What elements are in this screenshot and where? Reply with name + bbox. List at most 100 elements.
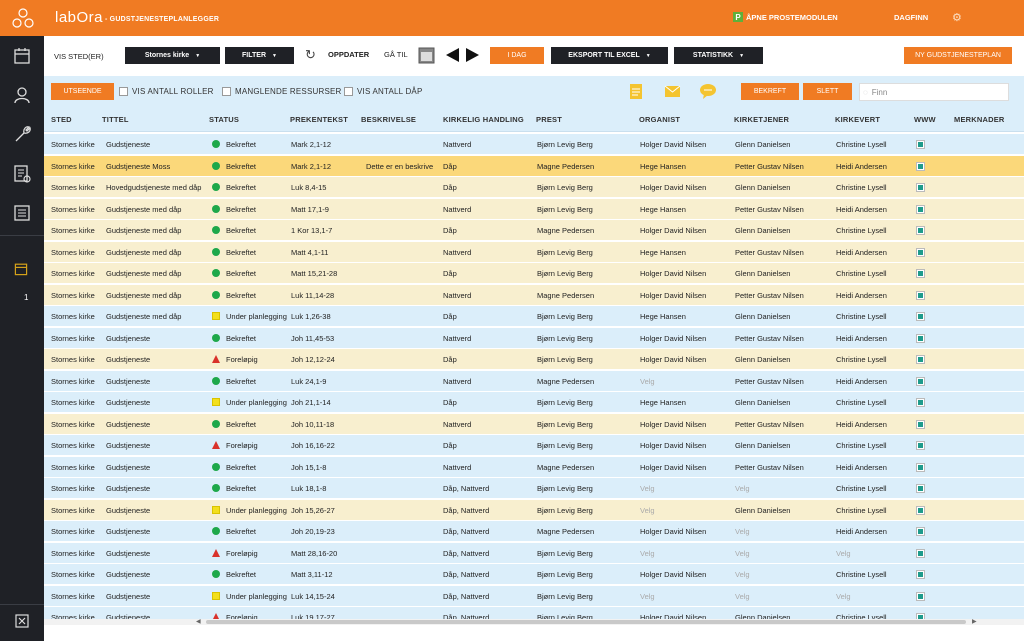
www-checkbox[interactable] <box>916 161 925 171</box>
cell-status[interactable]: Bekreftet <box>226 205 288 214</box>
cell-sted[interactable]: Stornes kirke <box>51 570 103 579</box>
cell-tittel[interactable]: Gudstjeneste <box>106 420 202 429</box>
cell-kv[interactable]: Heidi Andersen <box>836 377 912 386</box>
excel-icon[interactable] <box>15 614 29 628</box>
table-row[interactable]: Stornes kirke Gudstjeneste Under planleggi… <box>44 585 1024 607</box>
cell-org[interactable]: Hege Hansen <box>640 248 732 257</box>
vis-antall-dap-checkbox[interactable]: VIS ANTALL DÅP <box>344 87 423 96</box>
cell-prek[interactable]: Mark 2,1-12 <box>291 140 361 149</box>
cell-status[interactable]: Bekreftet <box>226 334 288 343</box>
cell-hand[interactable]: Dåp <box>443 312 533 321</box>
www-checkbox[interactable] <box>916 290 925 300</box>
cell-org[interactable]: Velg <box>640 592 732 601</box>
previous-arrow-icon[interactable] <box>446 48 460 62</box>
cell-prest[interactable]: Bjørn Levig Berg <box>537 205 637 214</box>
www-checkbox[interactable] <box>916 505 925 515</box>
www-checkbox[interactable] <box>916 527 925 536</box>
cell-prest[interactable]: Bjørn Levig Berg <box>537 398 637 407</box>
cell-sted[interactable]: Stornes kirke <box>51 291 103 300</box>
cell-prest[interactable]: Bjørn Levig Berg <box>537 592 637 601</box>
cell-tittel[interactable]: Gudstjeneste med dåp <box>106 205 202 214</box>
www-checkbox[interactable] <box>916 226 925 235</box>
cell-hand[interactable]: Dåp <box>443 269 533 278</box>
cell-sted[interactable]: Stornes kirke <box>51 162 103 171</box>
table-row[interactable]: Stornes kirke Gudstjeneste med dåp Under p… <box>44 306 1024 327</box>
cell-prest[interactable]: Magne Pedersen <box>537 162 637 171</box>
cell-tittel[interactable]: Gudstjeneste <box>106 355 202 364</box>
utseende-button[interactable]: UTSEENDE <box>51 83 114 100</box>
scroll-right-icon[interactable]: ▶ <box>972 618 977 625</box>
cell-kv[interactable]: Heidi Andersen <box>836 205 912 214</box>
mail-icon[interactable] <box>664 85 681 98</box>
cell-kv[interactable]: Heidi Andersen <box>836 248 912 257</box>
refresh-icon[interactable]: ↻ <box>305 47 316 63</box>
table-row[interactable]: Stornes kirke Gudstjeneste Bekreftet Luk 18… <box>44 478 1024 499</box>
cell-sted[interactable]: Stornes kirke <box>51 248 103 257</box>
cell-sted[interactable]: Stornes kirke <box>51 506 103 515</box>
table-row[interactable]: Stornes kirke Gudstjeneste Foreløpig Joh 12… <box>44 349 1024 370</box>
col-prekentekst[interactable]: PREKENTEKST <box>290 115 348 124</box>
cell-kt[interactable]: Petter Gustav Nilsen <box>735 162 833 171</box>
cell-prest[interactable]: Bjørn Levig Berg <box>537 506 637 515</box>
cell-prest[interactable]: Bjørn Levig Berg <box>537 420 637 429</box>
cell-sted[interactable]: Stornes kirke <box>51 226 103 235</box>
cell-org[interactable]: Holger David Nilsen <box>640 420 732 429</box>
cell-org[interactable]: Holger David Nilsen <box>640 334 732 343</box>
cell-kt[interactable]: Petter Gustav Nilsen <box>735 334 833 343</box>
table-row[interactable]: Stornes kirke Gudstjeneste Bekreftet Joh 10… <box>44 413 1024 435</box>
table-row[interactable]: Stornes kirke Gudstjeneste Foreløpig Joh 16… <box>44 435 1024 456</box>
cell-kt[interactable]: Petter Gustav Nilsen <box>735 248 833 257</box>
cell-org[interactable]: Hege Hansen <box>640 312 732 321</box>
cell-prest[interactable]: Bjørn Levig Berg <box>537 140 637 149</box>
cell-hand[interactable]: Dåp <box>443 226 533 235</box>
cell-tittel[interactable]: Gudstjeneste <box>106 484 202 493</box>
www-checkbox[interactable] <box>916 570 925 579</box>
table-row[interactable]: Stornes kirke Gudstjeneste Bekreftet Joh 11… <box>44 327 1024 349</box>
cell-hand[interactable]: Dåp, Nattverd <box>443 484 533 493</box>
www-checkbox[interactable] <box>916 333 925 343</box>
event-calendar-icon[interactable] <box>13 261 29 277</box>
table-row[interactable]: Stornes kirke Gudstjeneste Foreløpig Matt 2… <box>44 542 1024 564</box>
cell-prest[interactable]: Bjørn Levig Berg <box>537 269 637 278</box>
cell-status[interactable]: Under planlegging <box>226 398 288 407</box>
cell-status[interactable]: Under planlegging <box>226 506 288 515</box>
cell-org[interactable]: Holger David Nilsen <box>640 140 732 149</box>
cell-hand[interactable]: Dåp <box>443 398 533 407</box>
cell-tittel[interactable]: Gudstjeneste <box>106 140 202 149</box>
cell-prek[interactable]: Mark 2,1-12 <box>291 162 361 171</box>
cell-kt[interactable]: Glenn Danielsen <box>735 226 833 235</box>
cell-prek[interactable]: Luk 14,15-24 <box>291 592 361 601</box>
cell-tittel[interactable]: Gudstjeneste med dåp <box>106 226 202 235</box>
cell-sted[interactable]: Stornes kirke <box>51 398 103 407</box>
table-row[interactable]: Stornes kirke Gudstjeneste Bekreftet Luk 24… <box>44 370 1024 392</box>
www-checkbox[interactable] <box>916 376 925 386</box>
cell-org[interactable]: Velg <box>640 377 732 386</box>
www-checkbox[interactable] <box>916 462 925 472</box>
cell-status[interactable]: Bekreftet <box>226 269 288 278</box>
cell-prest[interactable]: Bjørn Levig Berg <box>537 570 637 579</box>
cell-sted[interactable]: Stornes kirke <box>51 484 103 493</box>
cell-prest[interactable]: Bjørn Levig Berg <box>537 484 637 493</box>
cell-status[interactable]: Bekreftet <box>226 420 288 429</box>
cell-org[interactable]: Holger David Nilsen <box>640 527 732 536</box>
filter-button[interactable]: FILTER ▼ <box>225 47 294 64</box>
cell-prek[interactable]: Luk 18,1-8 <box>291 484 361 493</box>
www-checkbox[interactable] <box>916 591 925 601</box>
cell-prest[interactable]: Bjørn Levig Berg <box>537 355 637 364</box>
cell-status[interactable]: Bekreftet <box>226 226 288 235</box>
cell-status[interactable]: Under planlegging <box>226 592 288 601</box>
cell-org[interactable]: Hege Hansen <box>640 162 732 171</box>
cell-tittel[interactable]: Gudstjeneste <box>106 549 202 558</box>
cell-hand[interactable]: Dåp <box>443 162 533 171</box>
table-row[interactable]: Stornes kirke Gudstjeneste Bekreftet Joh 20… <box>44 521 1024 542</box>
cell-kt[interactable]: Velg <box>735 549 833 558</box>
cell-kv[interactable]: Heidi Andersen <box>836 162 912 171</box>
cell-status[interactable]: Bekreftet <box>226 463 288 472</box>
cell-prest[interactable]: Magne Pedersen <box>537 527 637 536</box>
cell-prek[interactable]: Joh 15,1-8 <box>291 463 361 472</box>
cell-hand[interactable]: Dåp, Nattverd <box>443 527 533 536</box>
table-row[interactable]: Stornes kirke Gudstjeneste Bekreftet Mark 2… <box>44 134 1024 155</box>
document-icon[interactable] <box>629 83 643 100</box>
col-kirkelig-handling[interactable]: KIRKELIG HANDLING <box>443 115 524 124</box>
cell-kv[interactable]: Christine Lysell <box>836 484 912 493</box>
